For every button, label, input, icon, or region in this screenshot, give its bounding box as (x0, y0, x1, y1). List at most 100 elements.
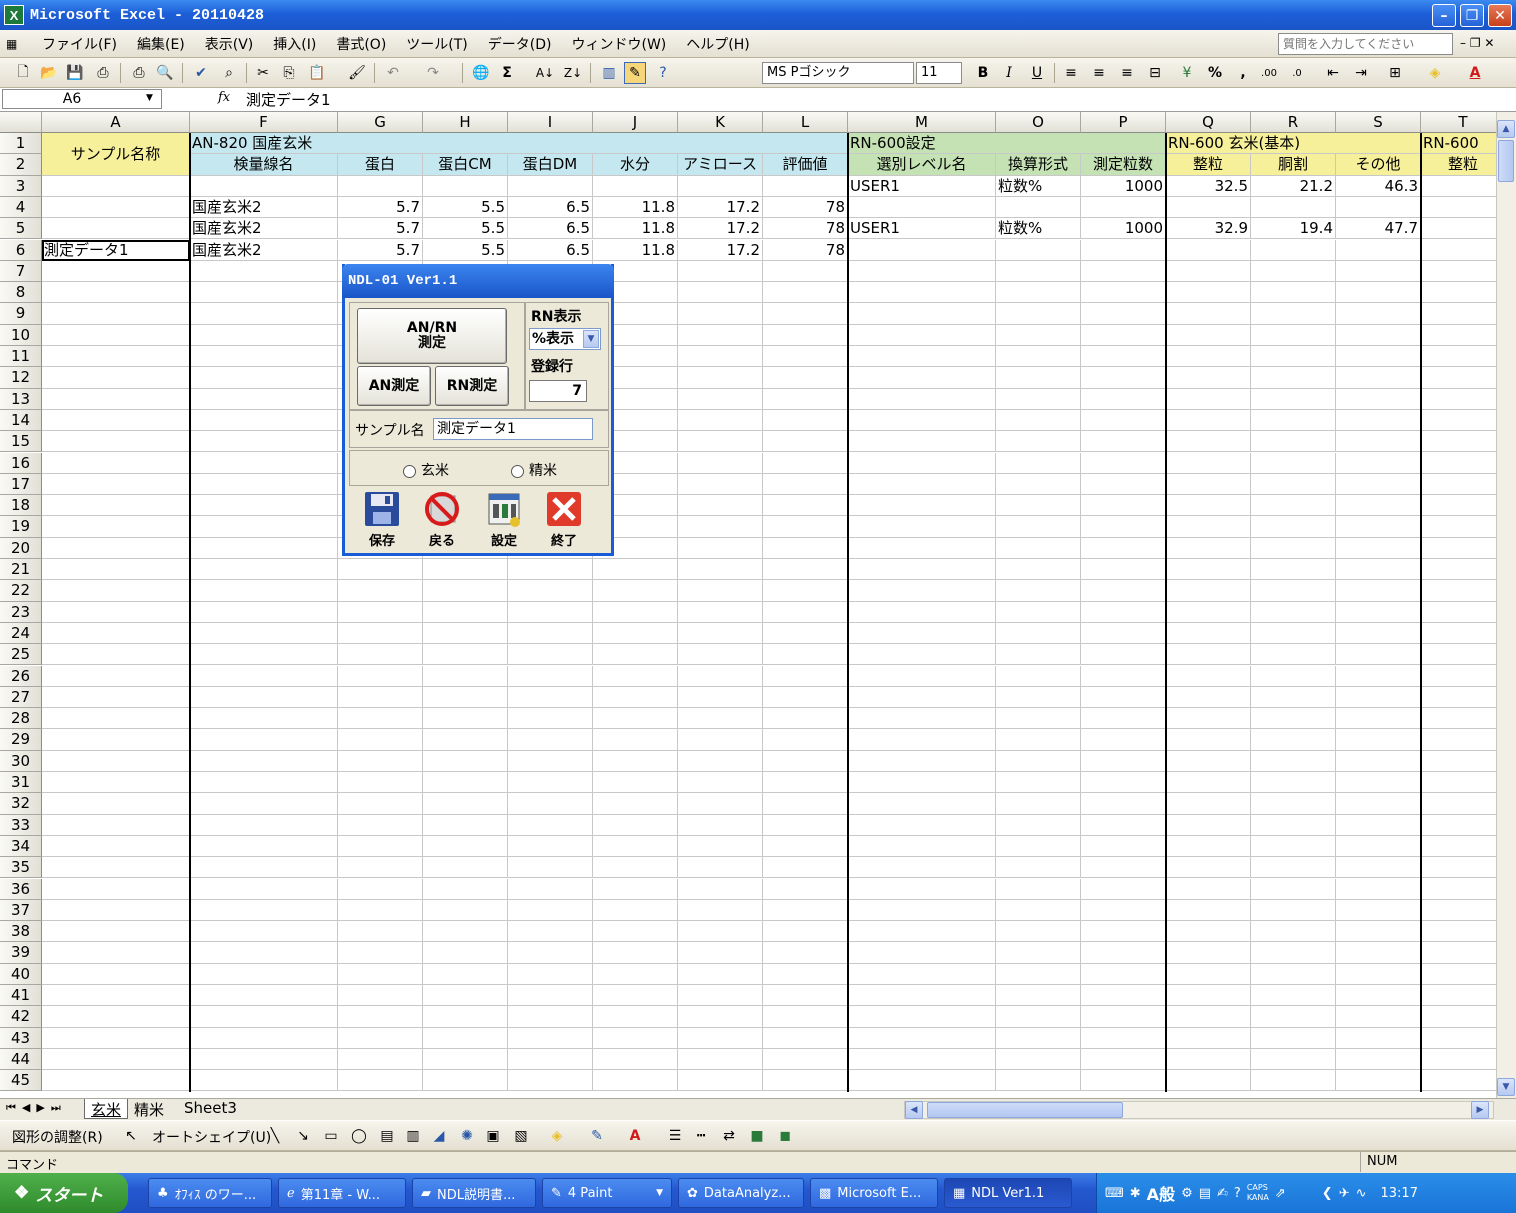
cell[interactable] (1166, 835, 1251, 858)
cell-l3[interactable] (763, 175, 848, 197)
cell[interactable] (1251, 601, 1336, 623)
cell-i3[interactable] (508, 175, 593, 197)
cell[interactable] (763, 1048, 848, 1071)
cell[interactable] (338, 686, 423, 709)
cell[interactable] (42, 835, 190, 858)
cell[interactable] (1421, 772, 1496, 794)
cell[interactable] (763, 772, 848, 794)
cell-an820-header[interactable]: AN-820 国産玄米 (190, 133, 848, 155)
scroll-up-icon[interactable]: ▲ (1497, 120, 1515, 138)
row-header[interactable]: 35 (0, 857, 42, 879)
name-box[interactable]: A6 (2, 89, 162, 109)
cell-header-j[interactable]: 水分 (593, 154, 678, 176)
cell[interactable] (1251, 899, 1336, 922)
cell[interactable] (338, 1027, 423, 1049)
cell[interactable] (678, 665, 763, 687)
align-right-icon[interactable]: ≡ (1116, 62, 1138, 84)
line-color-icon[interactable]: ✎ (586, 1125, 608, 1147)
row-header[interactable]: 17 (0, 473, 42, 496)
task-word[interactable]: ℯ 第11章 - W... (278, 1178, 406, 1208)
cell[interactable] (1336, 686, 1421, 709)
cell[interactable] (190, 452, 338, 474)
cell[interactable] (848, 708, 996, 730)
drawing-icon[interactable]: ✎ (624, 62, 646, 84)
cell[interactable] (1081, 1006, 1166, 1028)
cell[interactable] (848, 814, 996, 836)
cell[interactable] (1421, 942, 1496, 964)
cell[interactable] (763, 388, 848, 410)
task-dataanalyzer[interactable]: ✿ DataAnalyz... (678, 1178, 804, 1208)
cell[interactable] (848, 388, 996, 410)
cell[interactable] (996, 899, 1081, 922)
cell-f4[interactable]: 国産玄米2 (190, 196, 338, 219)
cell-g4[interactable]: 5.7 (338, 196, 423, 219)
cell[interactable] (423, 899, 508, 922)
cell-i4[interactable]: 6.5 (508, 196, 593, 219)
cell-s5[interactable]: 47.7 (1336, 218, 1421, 240)
cell-header-p[interactable]: 測定粒数 (1081, 154, 1166, 176)
cell[interactable] (423, 580, 508, 602)
cell[interactable] (678, 282, 763, 304)
line-icon[interactable]: ╲ (264, 1125, 286, 1147)
cell[interactable] (763, 665, 848, 687)
cell[interactable] (508, 1070, 593, 1092)
cell[interactable] (423, 686, 508, 709)
cell[interactable] (423, 1048, 508, 1071)
row-header[interactable]: 15 (0, 431, 42, 453)
cell[interactable] (1251, 1006, 1336, 1028)
row-header[interactable]: 4 (0, 196, 42, 219)
clipart-icon[interactable]: ▣ (482, 1125, 504, 1147)
cell[interactable] (1081, 793, 1166, 815)
an-measure-button[interactable]: AN測定 (357, 366, 431, 406)
cell[interactable] (848, 1027, 996, 1049)
hyperlink-icon[interactable]: 🌐 (470, 62, 492, 84)
row-header[interactable]: 16 (0, 452, 42, 474)
cell[interactable] (338, 921, 423, 943)
cell[interactable] (1336, 878, 1421, 900)
cell[interactable] (338, 1070, 423, 1092)
cell[interactable] (1166, 431, 1251, 453)
borders-icon[interactable]: ⊞ (1384, 62, 1406, 84)
cell[interactable] (763, 729, 848, 751)
cell[interactable] (593, 622, 678, 645)
cell[interactable] (338, 963, 423, 985)
cell[interactable] (678, 473, 763, 496)
cell[interactable] (848, 729, 996, 751)
cell[interactable] (423, 835, 508, 858)
cell[interactable] (42, 750, 190, 772)
cell[interactable] (593, 686, 678, 709)
cell-s3[interactable]: 46.3 (1336, 175, 1421, 197)
cell[interactable] (996, 985, 1081, 1007)
cell[interactable] (423, 622, 508, 645)
cell[interactable] (1336, 899, 1421, 922)
cell[interactable] (1081, 686, 1166, 709)
cell[interactable] (1166, 282, 1251, 304)
cell[interactable] (593, 899, 678, 922)
cell[interactable] (42, 346, 190, 368)
cell[interactable] (1421, 389, 1496, 410)
cell[interactable] (508, 985, 593, 1007)
cell[interactable] (996, 665, 1081, 687)
cell[interactable] (1251, 857, 1336, 879)
cell[interactable] (678, 835, 763, 858)
cell[interactable] (1166, 708, 1251, 730)
cell[interactable] (678, 708, 763, 730)
oval-icon[interactable]: ◯ (348, 1125, 370, 1147)
cell[interactable] (1081, 750, 1166, 772)
cell[interactable] (848, 750, 996, 772)
cell-g5[interactable]: 5.7 (338, 218, 423, 240)
cell[interactable] (763, 878, 848, 900)
cell[interactable] (42, 857, 190, 879)
cell[interactable] (1081, 537, 1166, 559)
cell[interactable] (678, 729, 763, 751)
row-header[interactable]: 11 (0, 346, 42, 368)
cell[interactable] (1251, 559, 1336, 581)
cell-s4[interactable] (1336, 196, 1421, 219)
cell[interactable] (996, 878, 1081, 900)
cell[interactable] (1336, 495, 1421, 517)
cell[interactable] (593, 1048, 678, 1071)
cell[interactable] (1166, 1070, 1251, 1092)
cell[interactable] (996, 921, 1081, 943)
font-size-select[interactable]: 11 (916, 62, 962, 84)
cell[interactable] (593, 750, 678, 772)
